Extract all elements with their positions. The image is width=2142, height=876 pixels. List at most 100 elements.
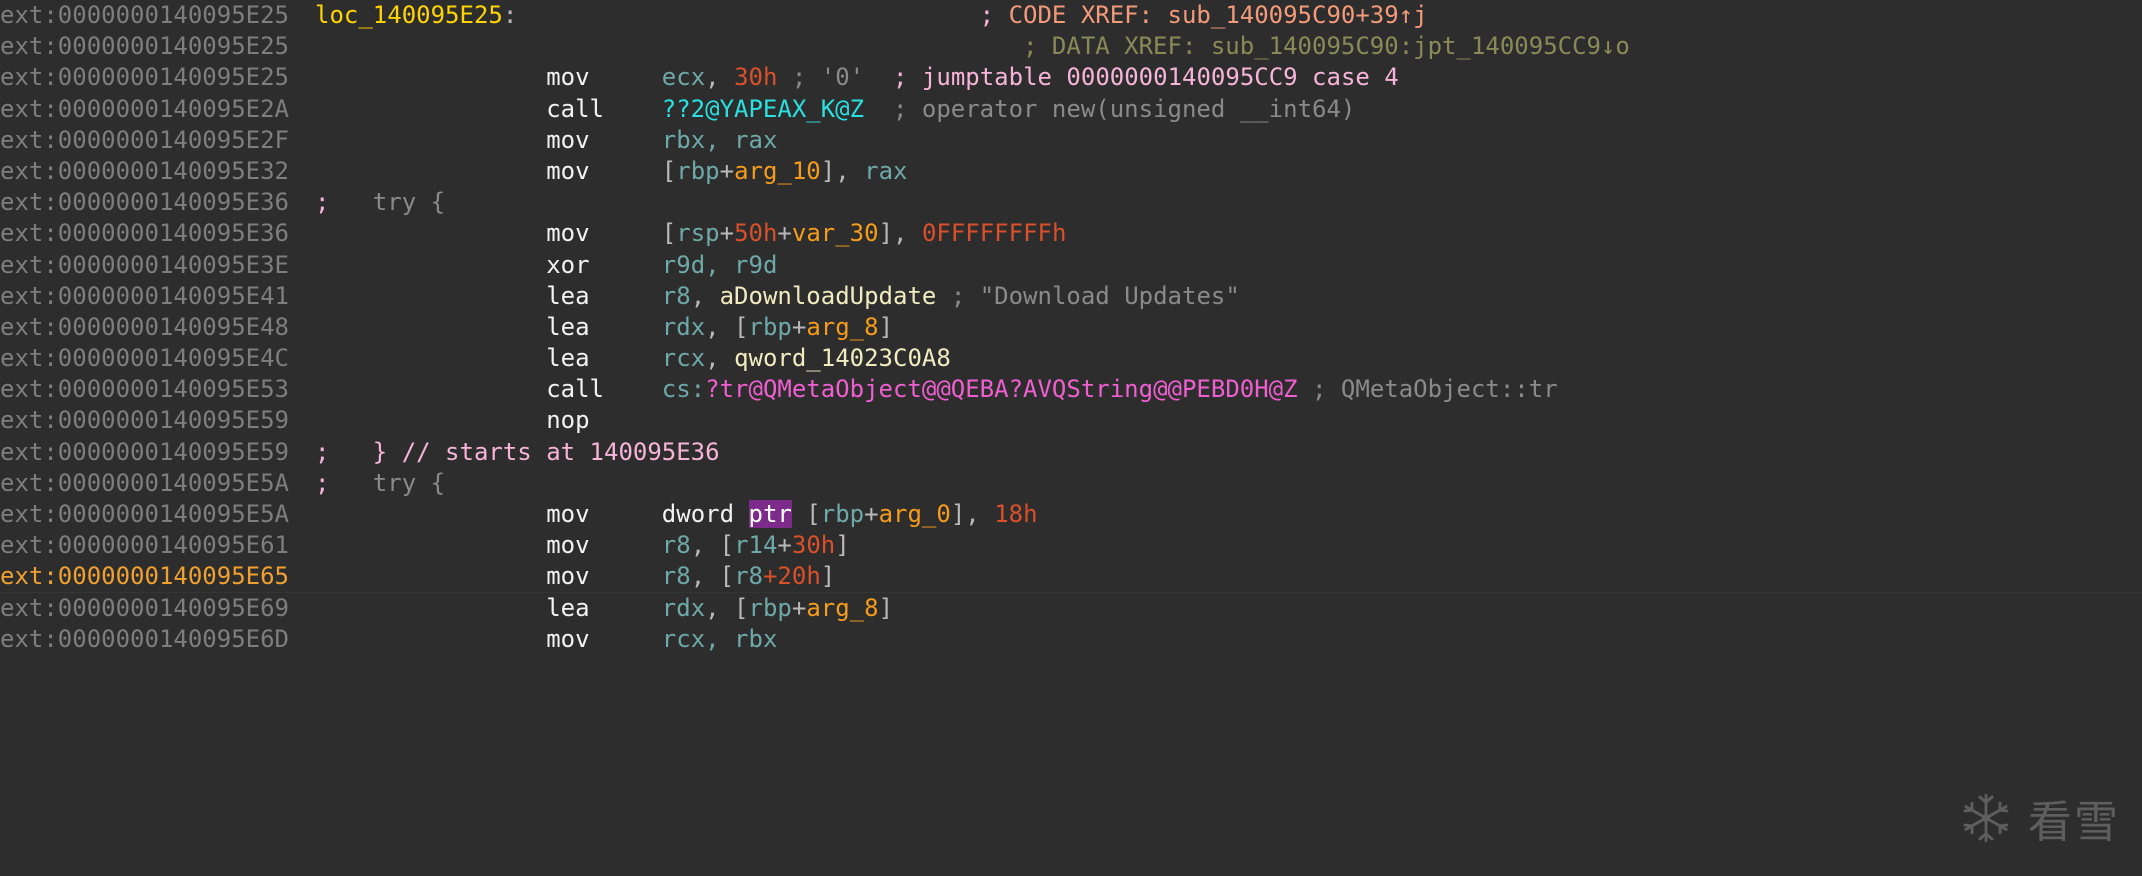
token-punct: ]: [835, 531, 850, 560]
disassembly-line[interactable]: ext:0000000140095E59 nop: [0, 405, 2142, 436]
token-mn: lea: [546, 312, 590, 341]
token-cmt: try {: [329, 468, 446, 497]
token-pad: [590, 157, 662, 185]
disassembly-view[interactable]: ext:0000000140095E25 loc_140095E25: ; COD…: [0, 0, 2142, 876]
line-address: ext:0000000140095E59: [0, 437, 289, 466]
token-mn: lea: [546, 344, 590, 373]
token-pad: [315, 95, 546, 123]
disassembly-line[interactable]: ext:0000000140095E2F mov rbx, rax: [0, 125, 2142, 156]
token-reg: rbp: [748, 593, 792, 622]
disassembly-line[interactable]: ext:0000000140095E69 lea rdx, [rbp+arg_8…: [0, 593, 2142, 624]
disassembly-line[interactable]: ext:0000000140095E3E xor r9d, r9d: [0, 250, 2142, 281]
token-xrefd: ; DATA XREF: sub_140095C90:jpt_140095CC9…: [1023, 32, 1630, 61]
disassembly-line[interactable]: ext:0000000140095E36 mov [rsp+50h+var_30…: [0, 218, 2142, 249]
token-mn: mov: [546, 624, 590, 653]
disassembly-line[interactable]: ext:0000000140095E5A mov dword ptr [rbp+…: [0, 499, 2142, 530]
token-punct: [: [791, 500, 821, 528]
token-pad: [590, 251, 662, 279]
snowflake-icon: [1963, 793, 2009, 843]
token-pad: [315, 375, 546, 403]
token-reg: r8: [734, 562, 763, 591]
token-punct: ],: [878, 219, 922, 248]
line-address: ext:0000000140095E5A: [0, 468, 289, 497]
disassembly-line[interactable]: ext:0000000140095E41 lea r8, aDownloadUp…: [0, 281, 2142, 312]
token-pad: [590, 625, 662, 653]
token-pad: [315, 594, 546, 622]
line-address: ext:0000000140095E36: [0, 188, 289, 217]
token-pad: [1298, 375, 1312, 403]
token-var: arg_10: [734, 156, 821, 185]
disassembly-line[interactable]: ext:0000000140095E65 mov r8, [r8+20h]: [0, 561, 2142, 593]
token-cmt: ; '0': [777, 63, 865, 92]
token-hl[interactable]: ptr: [748, 500, 792, 528]
disassembly-line[interactable]: ext:0000000140095E25 ; DATA XREF: sub_14…: [0, 31, 2142, 62]
token-punct: +: [791, 593, 807, 622]
token-reg: rax: [864, 156, 908, 185]
token-mn: xor: [546, 250, 590, 279]
line-address: ext:0000000140095E53: [0, 375, 289, 404]
disassembly-line[interactable]: ext:0000000140095E4C lea rcx, qword_1402…: [0, 343, 2142, 374]
token-pad: [590, 344, 662, 372]
token-mang: ?tr@QMetaObject@@QEBA?AVQString@@PEBD0H@…: [705, 375, 1298, 404]
disassembly-line[interactable]: ext:0000000140095E48 lea rdx, [rbp+arg_8…: [0, 312, 2142, 343]
disassembly-line[interactable]: ext:0000000140095E59; } // starts at 140…: [0, 437, 2142, 468]
token-cmt: ; "Download Updates": [950, 281, 1240, 310]
token-pad: [604, 375, 662, 403]
disassembly-line[interactable]: ext:0000000140095E2A call ??2@YAPEAX_K@Z…: [0, 94, 2142, 125]
token-num: 18h: [994, 500, 1038, 528]
token-mn: mov: [546, 500, 590, 528]
token-punct: ],: [820, 156, 865, 185]
token-mn: nop: [546, 406, 590, 435]
token-mn: lea: [546, 593, 590, 622]
token-pad: [315, 32, 1023, 60]
token-num: 20h: [777, 562, 821, 591]
token-punct: +: [719, 219, 735, 248]
token-mn: dword: [661, 500, 749, 528]
token-punct: +: [791, 312, 807, 341]
token-cmt: try {: [329, 188, 446, 217]
token-punct: [: [661, 156, 677, 185]
token-reg: r8: [661, 562, 691, 591]
token-pad: [315, 63, 546, 91]
token-pad: [315, 531, 546, 559]
disassembly-lines[interactable]: ext:0000000140095E25 loc_140095E25: ; COD…: [0, 0, 2142, 655]
token-mn: call: [546, 375, 604, 404]
token-reg: r9d, r9d: [661, 250, 778, 279]
line-address: ext:0000000140095E6D: [0, 624, 289, 653]
token-var: var_30: [791, 219, 879, 248]
disassembly-line[interactable]: ext:0000000140095E5A; try {: [0, 468, 2142, 499]
token-dname: aDownloadUpdate: [719, 281, 937, 310]
token-pad: [590, 126, 662, 154]
token-punct: , [: [705, 593, 749, 622]
disassembly-line[interactable]: ext:0000000140095E53 call cs:?tr@QMetaOb…: [0, 374, 2142, 405]
disassembly-line[interactable]: ext:0000000140095E25 mov ecx, 30h ; '0' …: [0, 62, 2142, 93]
token-pad: [590, 594, 662, 622]
token-punct: ,: [690, 281, 720, 310]
token-punct: , [: [690, 562, 735, 591]
disassembly-line[interactable]: ext:0000000140095E32 mov [rbp+arg_10], r…: [0, 156, 2142, 187]
token-dname: qword_14023C0A8: [734, 344, 951, 373]
token-pad: [315, 251, 546, 279]
token-cmtp: } // starts at 140095E36: [329, 437, 720, 466]
disassembly-line[interactable]: ext:0000000140095E36; try {: [0, 187, 2142, 218]
disassembly-line[interactable]: ext:0000000140095E25 loc_140095E25: ; COD…: [0, 0, 2142, 31]
token-mn: lea: [546, 281, 590, 310]
token-num: 30h: [734, 63, 778, 92]
token-punct: , [: [690, 531, 735, 560]
token-reg: rcx: [661, 344, 706, 373]
token-mn: mov: [546, 562, 590, 591]
token-cmt: ; QMetaObject::tr: [1312, 375, 1558, 404]
token-punct: +: [777, 531, 792, 560]
line-address: ext:0000000140095E4C: [0, 344, 289, 373]
token-api: ??2@YAPEAX_K@Z: [661, 94, 865, 123]
disassembly-line[interactable]: ext:0000000140095E6D mov rcx, rbx: [0, 624, 2142, 655]
token-reg: rsp: [676, 219, 720, 248]
line-address: ext:0000000140095E2F: [0, 125, 289, 154]
line-address: ext:0000000140095E36: [0, 219, 289, 248]
line-address: ext:0000000140095E5A: [0, 500, 289, 528]
line-address: ext:0000000140095E59: [0, 406, 289, 435]
token-punct: ],: [950, 500, 995, 528]
token-punct: ,: [705, 63, 735, 92]
token-caret: +: [762, 562, 778, 591]
disassembly-line[interactable]: ext:0000000140095E61 mov r8, [r14+30h]: [0, 530, 2142, 561]
